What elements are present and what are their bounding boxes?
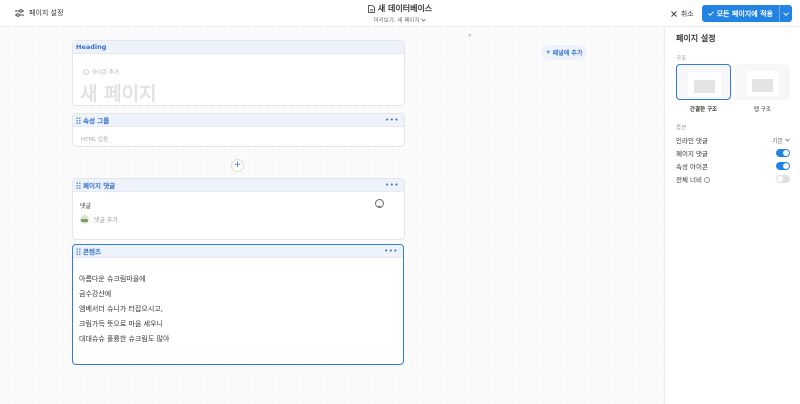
drag-handle-icon[interactable] [76,116,81,124]
add-icon-label: 아이콘 추가 [92,70,120,76]
cancel-label: 취소 [680,9,694,18]
heading-block[interactable]: Heading 아이콘 추가 새 페이지 [72,40,405,106]
avatar [80,215,89,224]
drag-handle-icon[interactable] [76,181,81,189]
layout-thumbnail [688,72,721,97]
cancel-button[interactable]: 취소 [670,9,694,19]
collapse-panel-icon[interactable]: » [468,32,472,39]
drag-handle-icon[interactable] [76,247,81,255]
page-comments-toggle[interactable] [776,149,790,157]
content-block[interactable]: 콘텐츠 ••• 아름다운 슈크림마을에 금수강산에 엠베서더 슈니가 터잡으시고… [72,244,404,365]
add-comment-field[interactable]: 댓글 추가 [80,215,118,224]
close-icon [670,10,677,17]
chevron-down-icon [785,138,790,142]
full-width-label: 전체 너비 [676,176,702,184]
plus-icon: + [545,49,551,56]
apply-all-label: 모든 페이지에 적용 [716,9,773,18]
inline-comments-row: 인라인 댓글 기본 [676,134,790,146]
property-group-block[interactable]: 속성 그룹 ••• HTML 입음 [72,113,405,147]
top-bar: 페이지 설정 새 데이터베이스 미리보기: 새 페이지 취소 모든 페이지에 적… [0,0,800,27]
more-options-icon[interactable]: ••• [385,116,399,124]
inline-comments-label: 인라인 댓글 [676,137,708,145]
check-icon [707,11,714,16]
plus-icon: + [233,160,242,170]
heading-block-label: Heading [76,43,107,51]
page-comments-row: 페이지 댓글 [676,147,790,159]
property-icons-label: 속성 아이콘 [676,163,708,171]
add-icon-button[interactable]: 아이콘 추가 [83,68,119,76]
page-settings-toggle[interactable]: 페이지 설정 [15,8,63,18]
preview-selector[interactable]: 미리보기: 새 페이지 [330,16,470,24]
property-group-header: 속성 그룹 [73,114,404,127]
content-line: 금수강산에 [79,290,112,298]
layout-option-simple[interactable] [676,64,731,100]
full-width-row: 전체 너비 i [676,173,790,185]
content-line: 아름다운 슈크림마을에 [79,275,146,283]
layout-thumbnail [746,71,779,96]
content-line: 크림가득 뜻으로 마을 세우니 [79,320,163,328]
structure-section-label: 구조 [676,56,687,62]
top-actions: 취소 모든 페이지에 적용 [670,5,792,22]
inline-comments-value: 기본 [771,137,783,145]
content-block-header: 콘텐츠 [73,245,403,258]
add-block-button[interactable]: + [231,159,244,172]
database-title-text: 새 데이터베이스 [377,4,433,13]
layout-option-tabs[interactable] [735,64,790,100]
add-to-panel-button[interactable]: + 패널에 추가 [541,45,587,60]
page-comments-label: 페이지 댓글 [83,182,116,190]
page-title-placeholder[interactable]: 새 페이지 [80,79,157,106]
layout-option-simple-label: 간결한 구조 [689,107,718,113]
chevron-down-icon [421,18,427,22]
chevron-down-icon [783,11,789,16]
comments-heading: 댓글 [80,203,92,210]
full-width-label-wrap: 전체 너비 i [676,174,710,184]
property-group-label: 속성 그룹 [83,117,110,125]
more-options-icon[interactable]: ••• [385,181,399,189]
database-title: 새 데이터베이스 [330,3,470,14]
html-placeholder: HTML 입음 [81,137,109,143]
database-title-area: 새 데이터베이스 미리보기: 새 페이지 [330,3,470,24]
apply-all-button[interactable]: 모든 페이지에 적용 [702,5,779,22]
full-width-toggle[interactable] [776,175,790,183]
apply-button-group: 모든 페이지에 적용 [701,5,792,22]
sliders-icon [15,9,24,17]
content-text[interactable]: 아름다운 슈크림마을에 금수강산에 엠베서더 슈니가 터잡으시고, 크림가득 뜻… [79,272,169,347]
inline-comments-select[interactable]: 기본 [772,136,790,145]
info-icon[interactable]: i [704,177,710,183]
add-to-panel-label: 패널에 추가 [552,50,583,57]
page-icon [367,4,375,13]
layout-option-tabs-label: 탭 구조 [754,107,771,113]
apply-dropdown-button[interactable] [779,5,792,22]
page-comments-header: 페이지 댓글 [73,179,404,192]
add-comment-label: 댓글 추가 [94,217,118,224]
page-comments-block[interactable]: 페이지 댓글 ••• 댓글 댓글 추가 [72,178,405,240]
property-icons-toggle[interactable] [776,162,790,170]
options-section-label: 옵션 [676,125,687,131]
settings-sidebar: 페이지 설정 구조 간결한 구조 탭 구조 옵션 인라인 댓글 기본 페이지 댓… [664,27,800,404]
content-block-label: 콘텐츠 [83,248,101,256]
page-comments-label: 페이지 댓글 [676,150,708,158]
more-options-icon[interactable]: ••• [384,247,398,255]
smile-icon [83,69,89,75]
content-line: 엠베서더 슈니가 터잡으시고, [79,305,163,313]
heading-block-header: Heading [73,41,404,54]
sidebar-title: 페이지 설정 [676,34,716,43]
page-settings-label: 페이지 설정 [29,9,64,17]
emoji-icon[interactable] [375,199,384,208]
preview-label: 미리보기: 새 페이지 [373,18,420,24]
content-line: 대대슈슈 훌륭한 슈크림도 많아 [79,335,170,343]
property-icons-row: 속성 아이콘 [676,160,790,172]
